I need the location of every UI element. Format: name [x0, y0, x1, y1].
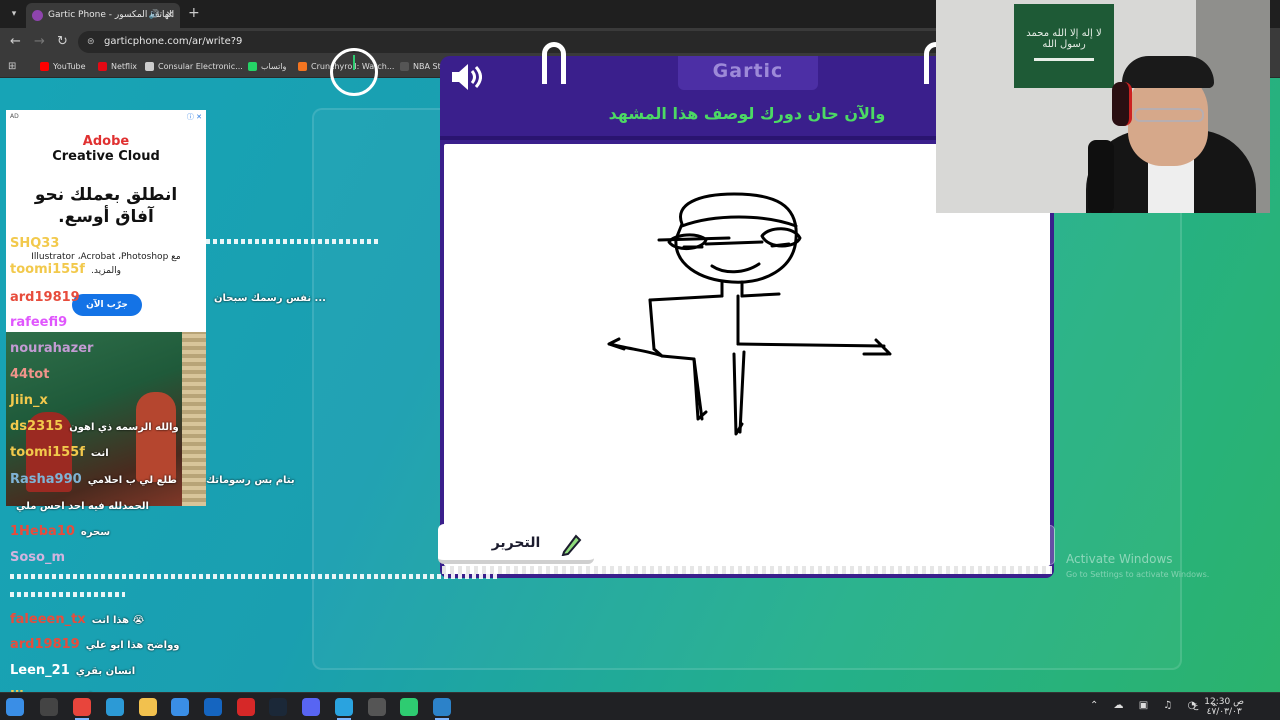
- clock[interactable]: 12:30 ص ٤٧/٠٣/٠٣: [1204, 697, 1244, 717]
- adobe-ad[interactable]: AD ⓘ ✕ Adobe Creative Cloud انطلق بعملك …: [6, 110, 206, 506]
- ad-photo: [6, 332, 206, 506]
- new-tab-button[interactable]: +: [188, 5, 200, 21]
- ad-subtext: مع Illustrator ،Acrobat ،Photoshop والمز…: [31, 252, 181, 276]
- url-text: garticphone.com/ar/write?9: [104, 36, 243, 47]
- binder-ring-left: [542, 42, 566, 84]
- ad-brand: Adobe: [82, 134, 130, 149]
- input-language[interactable]: ع: [1193, 701, 1198, 711]
- bookmark-item[interactable]: واتساب: [248, 56, 287, 77]
- bookmark-favicon-icon: [298, 62, 307, 71]
- steam-icon[interactable]: [269, 698, 287, 716]
- bookmark-label: YouTube: [53, 62, 86, 71]
- bookmark-favicon-icon: [145, 62, 154, 71]
- bookmark-item[interactable]: YouTube: [40, 56, 86, 77]
- logo-tab: Gartic: [678, 56, 818, 90]
- telegram-icon[interactable]: [335, 698, 353, 716]
- ad-cta-button[interactable]: جرّب الآن: [72, 294, 142, 316]
- windows-start-icon[interactable]: [6, 698, 24, 716]
- bookmark-favicon-icon: [40, 62, 49, 71]
- tab-close-icon[interactable]: ✕: [166, 3, 174, 28]
- tab-audio-icon[interactable]: 🔊: [149, 3, 160, 28]
- reload-icon[interactable]: ↻: [57, 34, 68, 49]
- pencil-icon: [561, 534, 582, 556]
- clock-time: 12:30 ص: [1204, 697, 1244, 707]
- gartic-logo: Gartic: [712, 60, 784, 82]
- gartic-favicon-icon: [32, 10, 43, 21]
- discord-icon[interactable]: [302, 698, 320, 716]
- edit-button[interactable]: التحرير: [438, 524, 594, 564]
- speaker-icon[interactable]: [450, 62, 482, 92]
- 4k-icon[interactable]: [368, 698, 386, 716]
- bookmark-label: واتساب: [261, 62, 287, 71]
- ad-close-icon[interactable]: ⓘ ✕: [187, 112, 202, 122]
- file-explorer-icon[interactable]: [139, 698, 157, 716]
- description-input[interactable]: الجعبوق: [603, 525, 1055, 565]
- url-field[interactable]: ⊜ garticphone.com/ar/write?9: [78, 31, 948, 53]
- forward-arrow-icon[interactable]: →: [34, 34, 45, 49]
- store-icon[interactable]: [171, 698, 189, 716]
- activate-windows-title: Activate Windows: [1066, 552, 1173, 566]
- bookmark-item[interactable]: Netflix: [98, 56, 138, 77]
- edge-icon[interactable]: [106, 698, 124, 716]
- timer-icon: [330, 48, 378, 96]
- ad-brand-product: Creative Cloud: [52, 149, 160, 164]
- description-input-value: الجعبوق: [963, 534, 1042, 558]
- apps-grid-icon[interactable]: ⊞: [8, 61, 19, 72]
- tab-gartic-phone[interactable]: Gartic Phone - الهاتف المكسور 🔊 ✕: [26, 3, 180, 28]
- ad-headline: انطلق بعملك نحو آفاق أوسع.: [34, 185, 178, 227]
- edit-button-label: التحرير: [491, 535, 541, 551]
- paint-icon[interactable]: [433, 698, 451, 716]
- ad-label: AD: [10, 113, 19, 120]
- green-app-icon[interactable]: [400, 698, 418, 716]
- paper-edge: [442, 566, 1052, 574]
- flag-image: لا إله إلا الله محمد رسول الله: [1014, 4, 1114, 88]
- clock-date: ٤٧/٠٣/٠٣: [1206, 707, 1242, 717]
- chrome-icon[interactable]: [73, 698, 91, 716]
- bookmark-favicon-icon: [248, 62, 257, 71]
- red-app-icon[interactable]: [237, 698, 255, 716]
- windows-taskbar: ⌃ ☁ ▣ ♫ ◔ ⌁ ع 12:30 ص ٤٧/٠٣/٠٣: [0, 692, 1280, 720]
- outlook-icon[interactable]: [204, 698, 222, 716]
- streamer-webcam: لا إله إلا الله محمد رسول الله: [936, 0, 1270, 213]
- search-icon[interactable]: [40, 698, 58, 716]
- bookmark-label: Consular Electronic...: [158, 62, 243, 71]
- bookmark-label: Netflix: [111, 62, 138, 71]
- bookmark-favicon-icon: [98, 62, 107, 71]
- back-arrow-icon[interactable]: ←: [10, 34, 21, 49]
- tab-search-icon[interactable]: ▾: [6, 6, 22, 22]
- bookmark-favicon-icon: [400, 62, 409, 71]
- activate-windows-subtitle: Go to Settings to activate Windows.: [1066, 570, 1210, 579]
- site-info-icon[interactable]: ⊜: [87, 31, 95, 53]
- bookmark-item[interactable]: Consular Electronic...: [145, 56, 243, 77]
